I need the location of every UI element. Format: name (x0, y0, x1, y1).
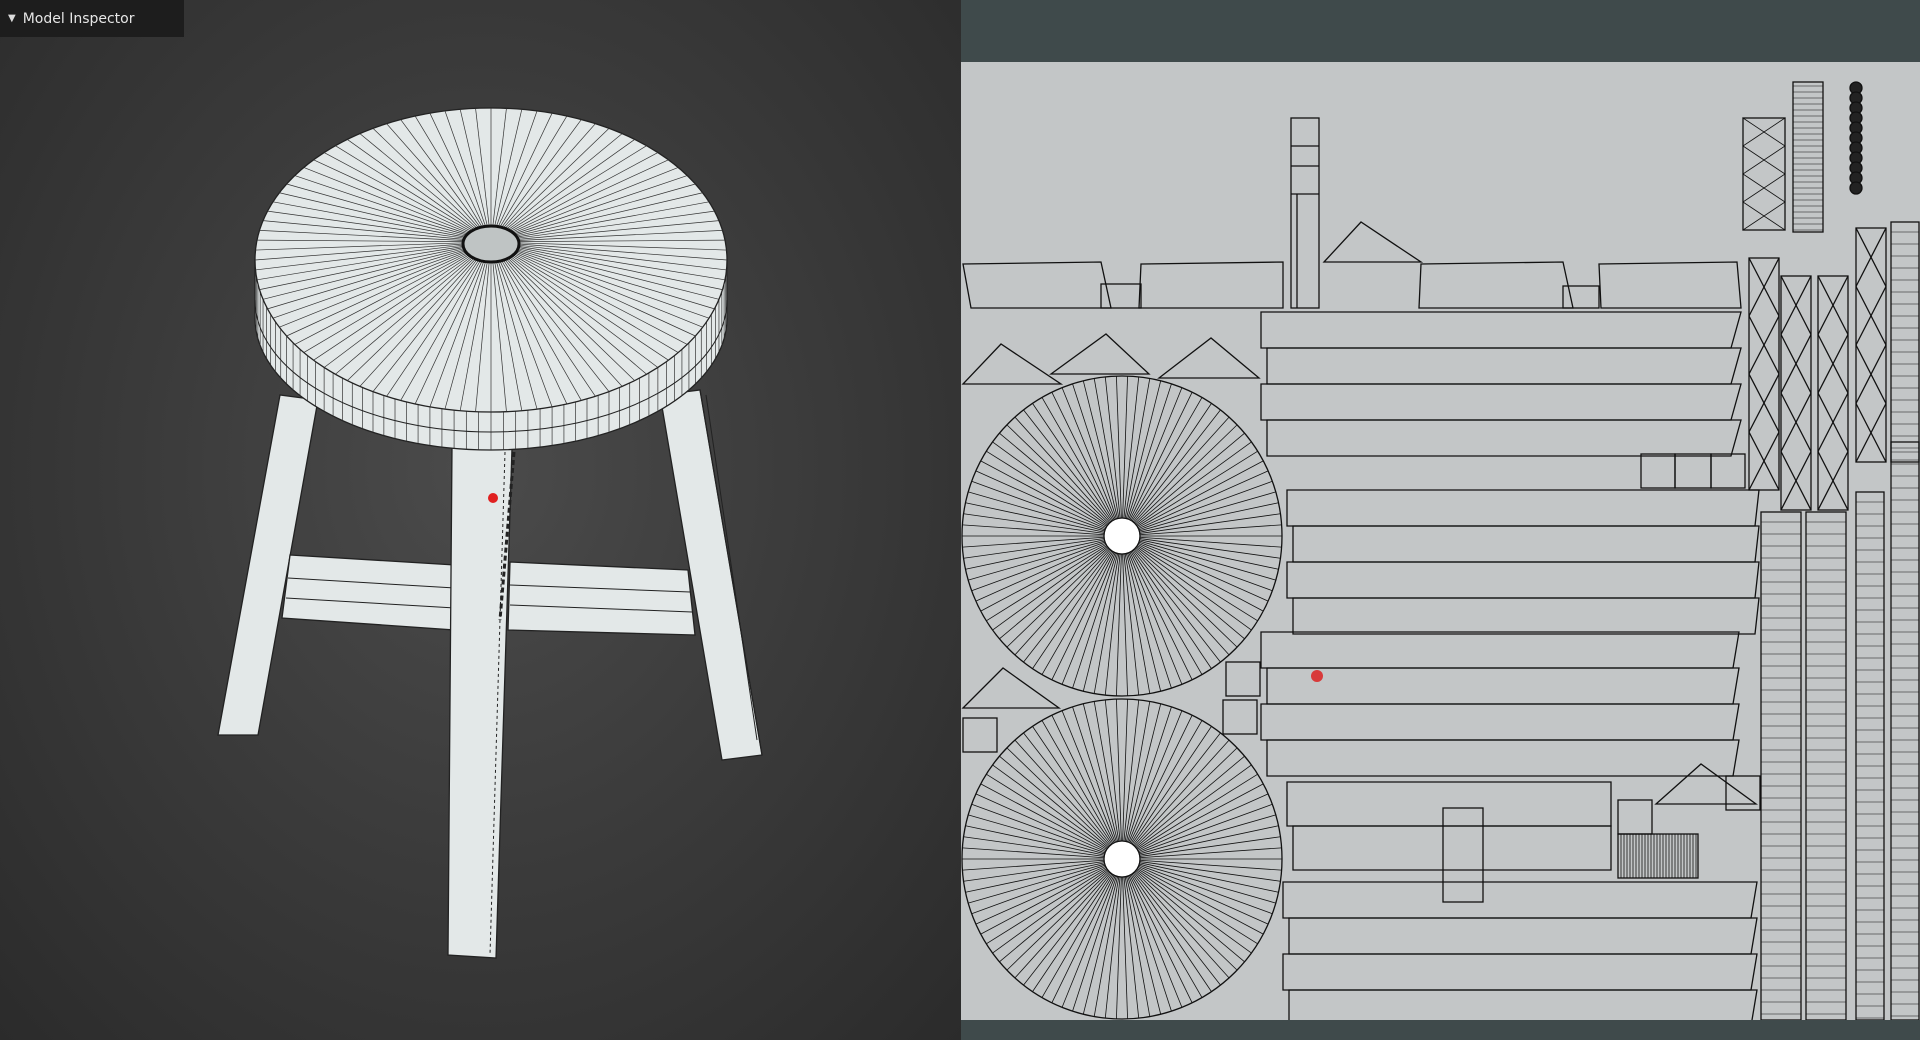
viewport-3d[interactable] (0, 0, 961, 1040)
uv-island-columns (1748, 221, 1920, 1020)
uv-island-strip (962, 261, 1112, 309)
uv-island-strip (1138, 261, 1284, 309)
uv-layout (961, 81, 1920, 1020)
chevron-down-icon: ▼ (8, 13, 16, 24)
uv-island-bands (1260, 311, 1760, 1020)
selection-marker (488, 493, 498, 503)
stool-stretcher-right (507, 561, 696, 636)
stool-model (217, 107, 763, 959)
uv-island-triangle (1157, 337, 1261, 379)
stool-seat-hole (461, 224, 521, 264)
inspector-title: Model Inspector (22, 10, 135, 27)
uv-island-clusters (1742, 81, 1863, 233)
uv-editor-footer (961, 1020, 1920, 1040)
uv-editor-panel[interactable] (961, 0, 1920, 1040)
uv-island-strip (1418, 261, 1574, 309)
model-inspector-tab[interactable]: ▼ Model Inspector (0, 0, 184, 37)
uv-island-strip (1598, 261, 1742, 309)
uv-island-triangle (961, 667, 1062, 709)
uv-island-triangle (961, 343, 1064, 385)
uv-island-triangle (1049, 333, 1151, 375)
uv-canvas[interactable] (961, 62, 1920, 1020)
uv-island-triangle (1322, 221, 1424, 263)
uv-selection-marker (1311, 670, 1323, 682)
uv-island-seat-top (961, 375, 1283, 697)
stool-stretcher-left (281, 554, 456, 631)
uv-island-triangle (1654, 763, 1758, 805)
uv-island-seat-bottom (961, 698, 1283, 1020)
